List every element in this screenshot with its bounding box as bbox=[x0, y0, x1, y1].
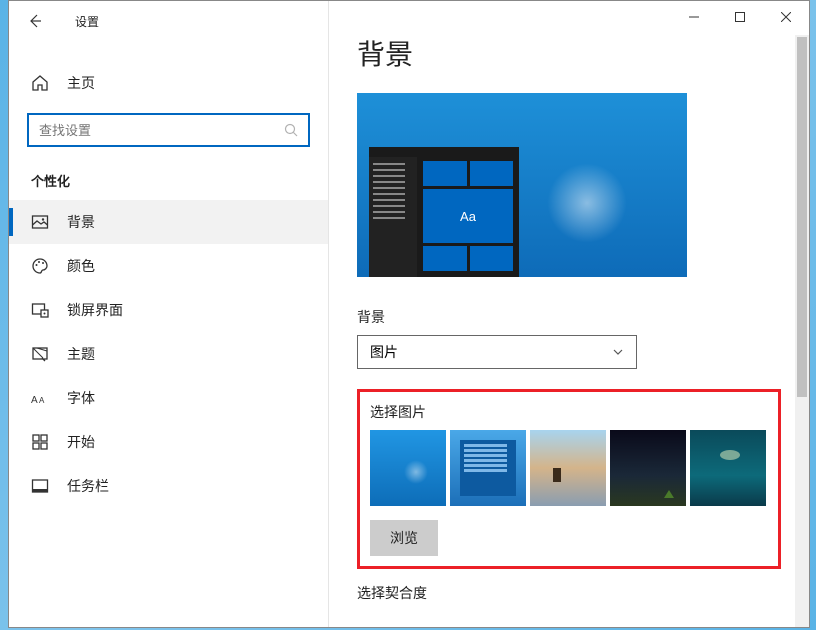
minimize-button[interactable] bbox=[671, 1, 717, 33]
search-icon bbox=[284, 123, 298, 137]
nav-label: 锁屏界面 bbox=[67, 300, 123, 320]
search-box[interactable] bbox=[27, 113, 310, 147]
nav-item-colors[interactable]: 颜色 bbox=[9, 244, 328, 288]
search-input[interactable] bbox=[39, 123, 284, 138]
picture-thumbnails bbox=[370, 430, 768, 506]
page-heading: 背景 bbox=[357, 33, 781, 73]
preview-sample-text: Aa bbox=[423, 189, 513, 243]
close-icon bbox=[781, 12, 791, 22]
nav-label: 主题 bbox=[67, 344, 95, 364]
home-icon bbox=[31, 74, 49, 92]
choose-picture-highlight: 选择图片 浏览 bbox=[357, 389, 781, 569]
nav-label: 任务栏 bbox=[67, 476, 109, 496]
svg-text:A: A bbox=[39, 396, 45, 405]
nav-item-themes[interactable]: 主题 bbox=[9, 332, 328, 376]
background-preview: Aa bbox=[357, 93, 687, 277]
nav-label: 开始 bbox=[67, 432, 95, 452]
thumbnail-2[interactable] bbox=[450, 430, 526, 506]
chevron-down-icon bbox=[612, 346, 624, 358]
window-controls bbox=[671, 1, 809, 33]
nav-item-fonts[interactable]: AA 字体 bbox=[9, 376, 328, 420]
thumbnail-5[interactable] bbox=[690, 430, 766, 506]
background-type-label: 背景 bbox=[357, 307, 781, 327]
search-container bbox=[9, 101, 328, 155]
nav-item-start[interactable]: 开始 bbox=[9, 420, 328, 464]
content-inner: 背景 Aa 背景 图片 选择图片 bbox=[329, 1, 809, 627]
thumbnail-1[interactable] bbox=[370, 430, 446, 506]
nav-list: 背景 颜色 锁屏界面 主题 AA 字体 开始 bbox=[9, 200, 328, 508]
thumbnail-4[interactable] bbox=[610, 430, 686, 506]
content-pane: 背景 Aa 背景 图片 选择图片 bbox=[329, 1, 809, 627]
preview-app-list bbox=[369, 157, 417, 277]
taskbar-icon bbox=[31, 477, 49, 495]
section-title: 个性化 bbox=[9, 155, 328, 200]
nav-item-lockscreen[interactable]: 锁屏界面 bbox=[9, 288, 328, 332]
sidebar: 设置 主页 个性化 背景 颜色 bbox=[9, 1, 329, 627]
nav-label: 字体 bbox=[67, 388, 95, 408]
back-button[interactable] bbox=[27, 13, 43, 29]
lockscreen-icon bbox=[31, 301, 49, 319]
titlebar-left: 设置 bbox=[9, 13, 99, 30]
svg-text:A: A bbox=[31, 395, 38, 406]
titlebar: 设置 bbox=[9, 1, 328, 41]
palette-icon bbox=[31, 257, 49, 275]
scrollbar[interactable] bbox=[795, 35, 809, 627]
theme-icon bbox=[31, 345, 49, 363]
window-title: 设置 bbox=[75, 13, 99, 30]
dropdown-value: 图片 bbox=[370, 342, 398, 362]
preview-glow bbox=[547, 163, 627, 243]
picture-icon bbox=[31, 213, 49, 231]
nav-item-taskbar[interactable]: 任务栏 bbox=[9, 464, 328, 508]
maximize-icon bbox=[735, 12, 745, 22]
minimize-icon bbox=[689, 12, 699, 22]
nav-item-background[interactable]: 背景 bbox=[9, 200, 328, 244]
home-label: 主页 bbox=[67, 73, 95, 93]
scroll-thumb[interactable] bbox=[797, 37, 807, 397]
nav-label: 背景 bbox=[67, 212, 95, 232]
thumbnail-3[interactable] bbox=[530, 430, 606, 506]
fit-label: 选择契合度 bbox=[357, 583, 781, 603]
font-icon: AA bbox=[31, 389, 49, 407]
nav-label: 颜色 bbox=[67, 256, 95, 276]
home-link[interactable]: 主页 bbox=[9, 65, 328, 101]
background-type-dropdown[interactable]: 图片 bbox=[357, 335, 637, 369]
browse-button[interactable]: 浏览 bbox=[370, 520, 438, 556]
close-button[interactable] bbox=[763, 1, 809, 33]
settings-window: 设置 主页 个性化 背景 颜色 bbox=[8, 0, 810, 628]
start-icon bbox=[31, 433, 49, 451]
maximize-button[interactable] bbox=[717, 1, 763, 33]
arrow-left-icon bbox=[27, 13, 43, 29]
preview-tiles: Aa bbox=[423, 161, 513, 271]
choose-picture-label: 选择图片 bbox=[370, 402, 768, 422]
